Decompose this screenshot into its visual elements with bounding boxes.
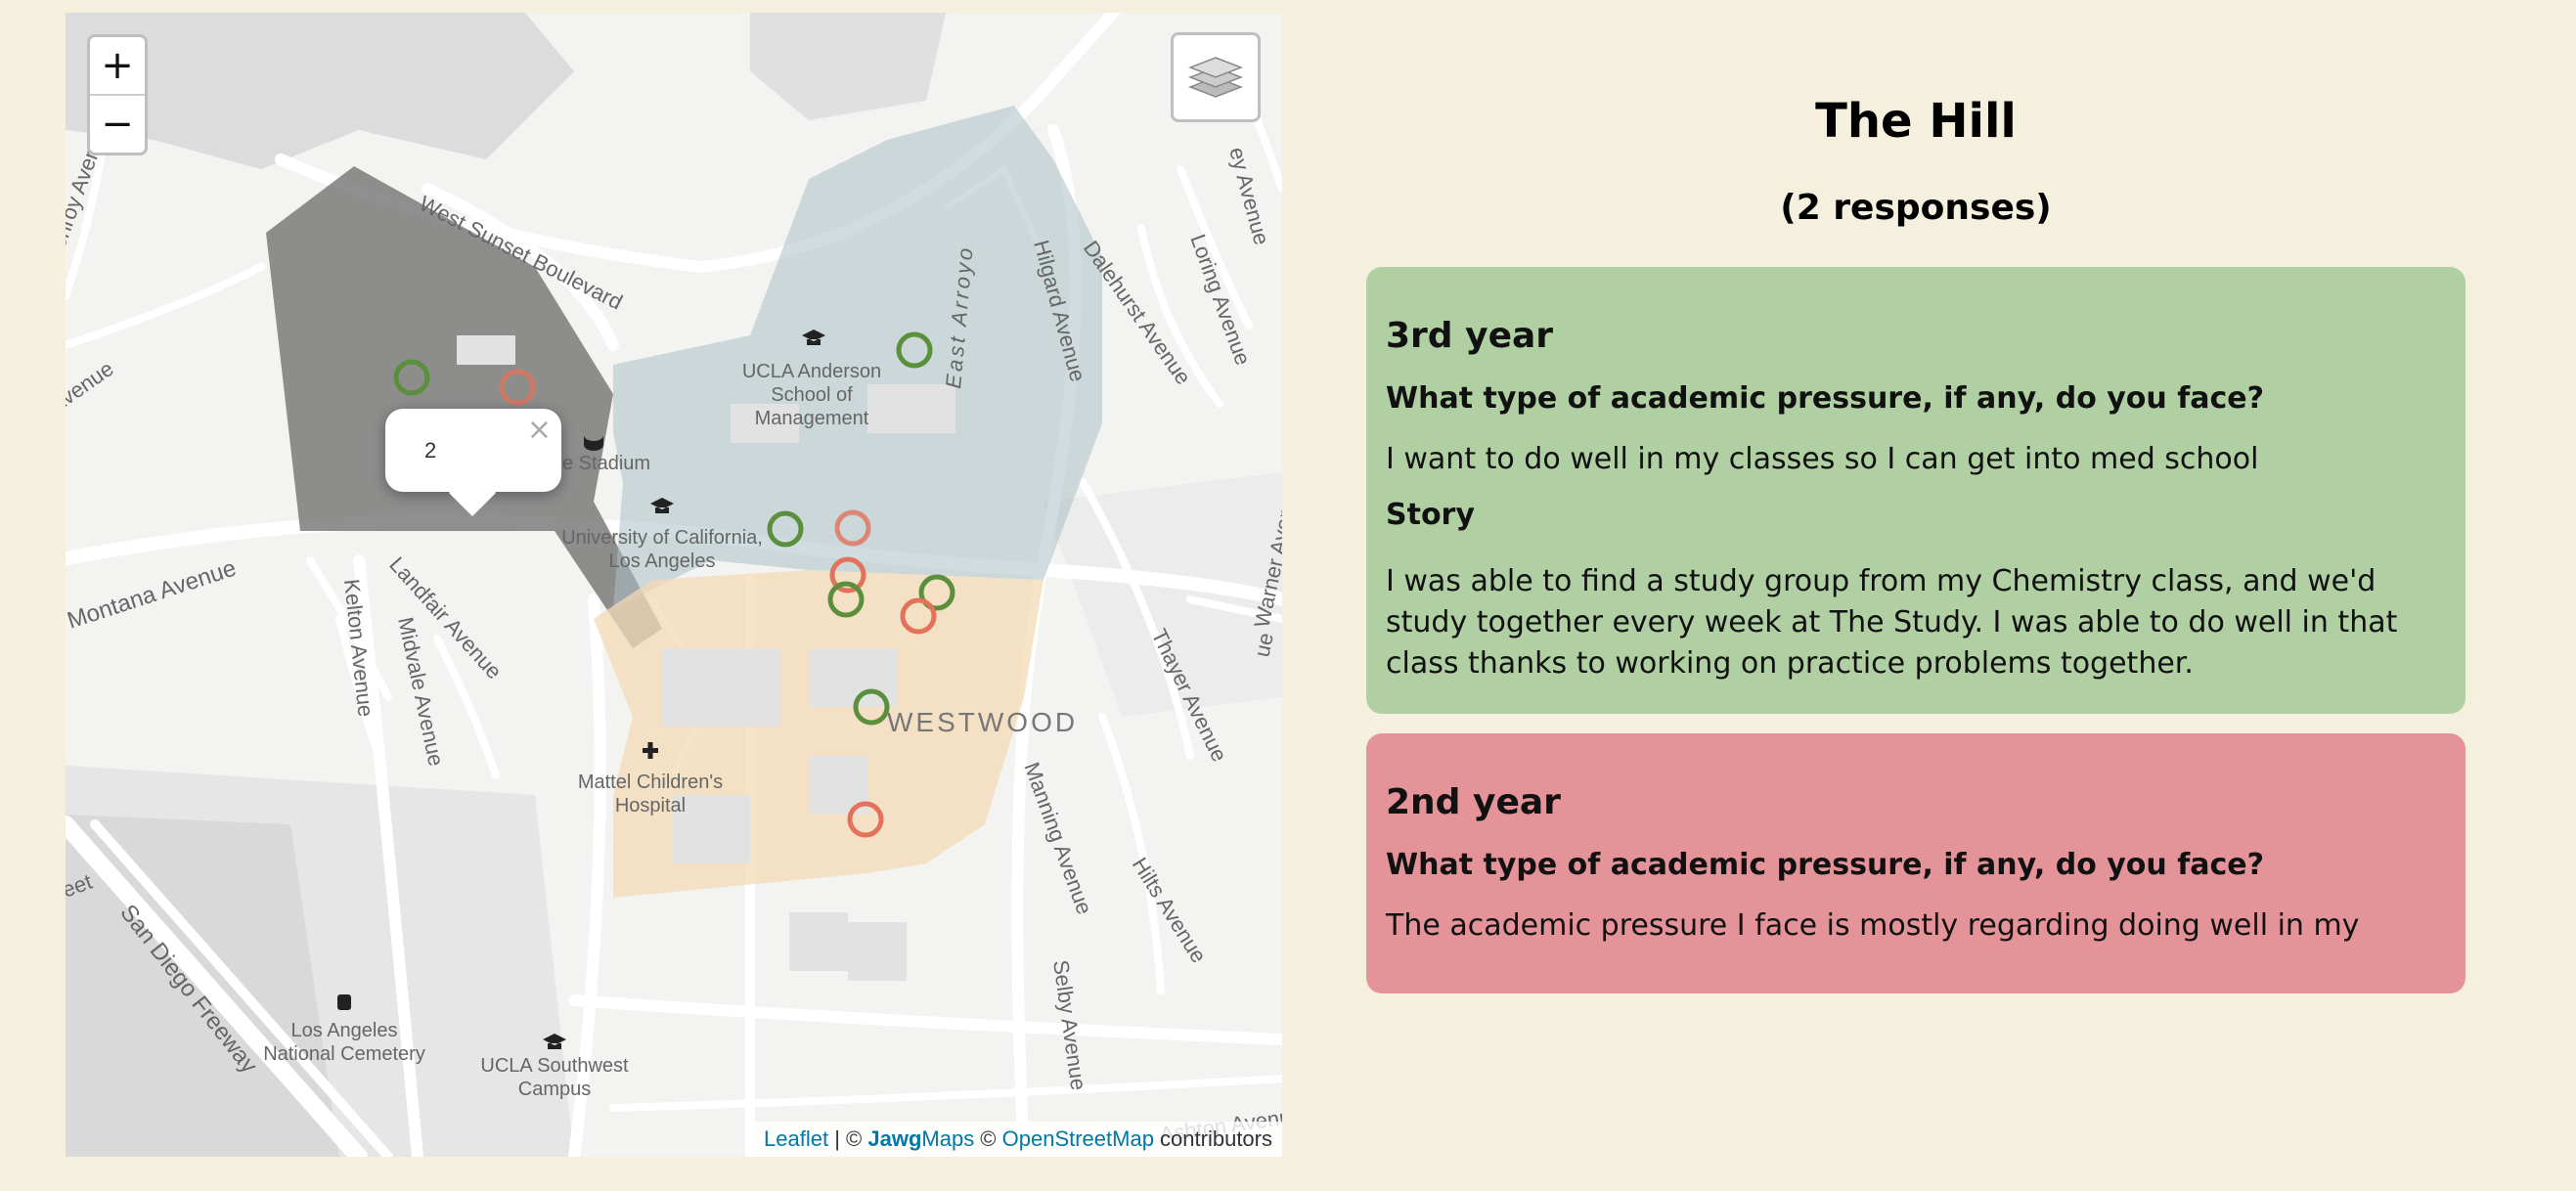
page-title: The Hill: [1815, 94, 2017, 149]
response-story: I was able to find a study group from my…: [1386, 564, 2398, 681]
label-cemetery-2: National Cemetery: [263, 1043, 425, 1065]
layers-button[interactable]: [1171, 32, 1261, 122]
maps-text: Maps: [921, 1126, 975, 1151]
label-cemetery-1: Los Angeles: [291, 1020, 398, 1041]
responses-panel[interactable]: The Hill (2 responses) 3rd year What typ…: [1366, 29, 2465, 1068]
label-westwood: WESTWOOD: [887, 707, 1078, 737]
map[interactable]: West Sunset Boulevard Hilgard Avenue Eas…: [66, 13, 1282, 1157]
label-left-avenue: Avenue: [66, 356, 118, 418]
jawgmaps-link[interactable]: JawgMaps: [867, 1126, 974, 1151]
label-anderson-3: Management: [755, 408, 869, 429]
popup-close-button[interactable]: ×: [527, 413, 552, 447]
zoom-out-button[interactable]: −: [90, 94, 145, 153]
region-the-hill: [266, 166, 662, 648]
osm-prefix: ©: [974, 1126, 1002, 1151]
label-top-avenue: ey Avenue: [1224, 145, 1274, 247]
label-stadium: e Stadium: [562, 453, 650, 474]
monument-icon: [337, 994, 351, 1010]
popup-text: 2: [424, 438, 437, 463]
response-question: What type of academic pressure, if any, …: [1386, 381, 2265, 416]
response-answer: I want to do well in my classes so I can…: [1386, 442, 2259, 476]
label-mattel-1: Mattel Children's: [578, 772, 723, 793]
label-right-avenue: ue: [1249, 631, 1278, 659]
label-hilts: Hilts Avenue: [1128, 853, 1212, 967]
jawg-text: Jawg: [867, 1126, 922, 1151]
zoom-in-button[interactable]: +: [90, 37, 145, 94]
map-attribution: Leaflet | © JawgMaps © OpenStreetMap con…: [754, 1122, 1282, 1157]
leaflet-link[interactable]: Leaflet: [764, 1126, 828, 1151]
osm-link[interactable]: OpenStreetMap: [1002, 1126, 1154, 1151]
response-count: (2 responses): [1780, 188, 2052, 228]
response-card: 2nd year What type of academic pressure,…: [1366, 733, 2465, 993]
map-tiles: West Sunset Boulevard Hilgard Avenue Eas…: [66, 13, 1282, 1157]
response-year: 3rd year: [1386, 316, 1554, 356]
label-ucla-2: Los Angeles: [609, 551, 716, 572]
response-answer: The academic pressure I face is mostly r…: [1386, 908, 2360, 943]
response-card: 3rd year What type of academic pressure,…: [1366, 267, 2465, 714]
zoom-control: + −: [87, 34, 148, 155]
contributors-text: contributors: [1153, 1126, 1272, 1151]
label-manning: Manning Avenue: [1019, 759, 1096, 917]
response-question: What type of academic pressure, if any, …: [1386, 848, 2265, 882]
layers-icon: [1188, 57, 1243, 98]
story-label: Story: [1386, 498, 1475, 532]
label-anderson-1: UCLA Anderson: [742, 361, 881, 382]
attribution-separator: | ©: [828, 1126, 868, 1151]
label-southwest-1: UCLA Southwest: [480, 1055, 629, 1077]
label-anderson-2: School of: [771, 384, 853, 406]
label-loring: Loring Avenue: [1185, 231, 1255, 368]
label-montana: Montana Avenue: [66, 554, 240, 634]
response-year: 2nd year: [1386, 782, 1561, 822]
label-mattel-2: Hospital: [615, 795, 686, 816]
map-popup: 2 ×: [385, 409, 561, 517]
label-ucla-1: University of California,: [561, 527, 763, 549]
label-southwest-2: Campus: [518, 1079, 591, 1100]
